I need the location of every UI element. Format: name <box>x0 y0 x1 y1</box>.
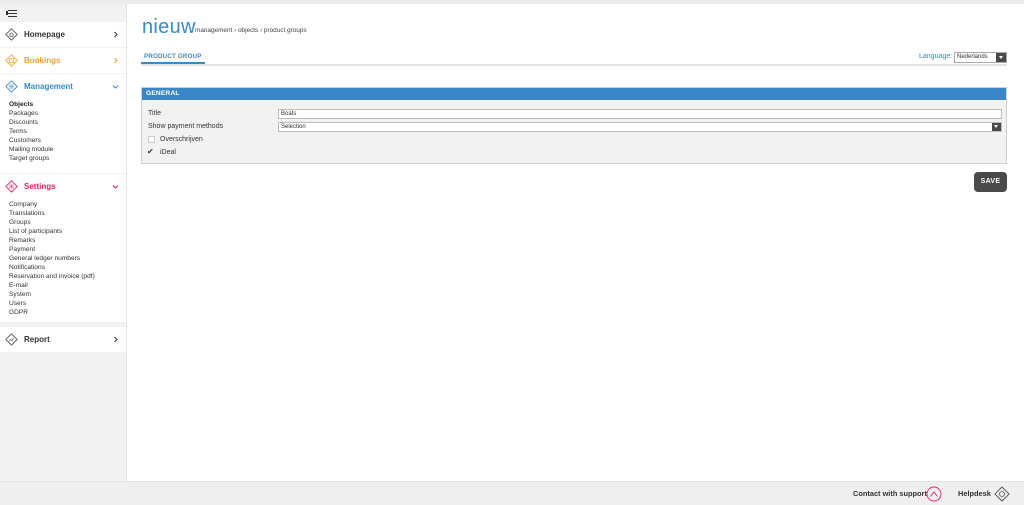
bookings-icon <box>5 54 18 67</box>
dropdown-caret-icon <box>992 123 1001 131</box>
overschrijven-label: Overschrijven <box>160 136 203 143</box>
sidebar-subitem-payment[interactable]: Payment <box>9 245 126 254</box>
helpdesk-link[interactable]: Helpdesk <box>958 487 991 501</box>
report-icon <box>5 333 18 346</box>
sidebar-item-settings[interactable]: Settings <box>0 174 126 199</box>
sidebar-subitem-notifications[interactable]: Notifications <box>9 263 126 272</box>
sidebar-subitem-target-groups[interactable]: Target groups <box>9 154 126 163</box>
menu-toggle-icon[interactable] <box>6 8 18 18</box>
management-submenu: Objects Packages Discounts Terms Custome… <box>0 99 126 168</box>
helpdesk-icon[interactable] <box>994 486 1010 502</box>
title-input-value: Boats <box>281 111 297 117</box>
sidebar-block-homepage: Homepage <box>0 22 126 47</box>
settings-icon <box>5 180 18 193</box>
sidebar-block-bookings: Bookings <box>0 48 126 73</box>
sidebar-subitem-general-ledger-numbers[interactable]: General ledger numbers <box>9 254 126 263</box>
sidebar-item-label: Bookings <box>24 56 61 65</box>
sidebar-subitem-groups[interactable]: Groups <box>9 218 126 227</box>
payment-methods-label: Show payment methods <box>148 123 224 130</box>
support-icon[interactable] <box>926 486 942 502</box>
ideal-label: iDeal <box>160 149 176 156</box>
dropdown-caret-icon <box>996 53 1006 62</box>
sidebar-item-label: Settings <box>24 182 56 191</box>
sidebar: Homepage Bookings Management Objects Pac… <box>0 4 127 481</box>
sidebar-subitem-company[interactable]: Company <box>9 200 126 209</box>
sidebar-subitem-system[interactable]: System <box>9 290 126 299</box>
sidebar-subitem-list-of-participants[interactable]: List of participants <box>9 227 126 236</box>
chevron-down-icon <box>112 85 119 89</box>
home-icon <box>5 28 18 41</box>
language-value: Nederlands <box>957 54 988 60</box>
chevron-down-icon <box>112 185 119 189</box>
sidebar-subitem-reservation-invoice[interactable]: Reservation and invoice (pdf) <box>9 272 126 281</box>
sidebar-item-report[interactable]: Report <box>0 327 126 352</box>
sidebar-subitem-mailing-module[interactable]: Mailing module <box>9 145 126 154</box>
sidebar-block-report: Report <box>0 327 126 352</box>
overschrijven-checkbox[interactable] <box>148 136 155 143</box>
sidebar-item-management[interactable]: Management <box>0 74 126 99</box>
sidebar-block-settings: Settings Company Translations Groups Lis… <box>0 174 126 322</box>
payment-methods-select[interactable]: Selection <box>278 122 1002 132</box>
sidebar-subitem-email[interactable]: E-mail <box>9 281 126 290</box>
general-panel: GENERAL Title Boats Show payment methods… <box>141 87 1007 164</box>
title-input[interactable]: Boats <box>278 109 1002 119</box>
sidebar-subitem-objects[interactable]: Objects <box>9 100 126 109</box>
contact-support-link[interactable]: Contact with support <box>853 487 927 501</box>
main-content: nieuw management › objects › product gro… <box>128 4 1024 481</box>
panel-header: GENERAL <box>142 88 1006 100</box>
tab-divider <box>141 64 1007 66</box>
management-icon <box>5 80 18 93</box>
sidebar-subitem-discounts[interactable]: Discounts <box>9 118 126 127</box>
sidebar-subitem-remarks[interactable]: Remarks <box>9 236 126 245</box>
payment-methods-value: Selection <box>281 124 306 130</box>
tab-product-group[interactable]: PRODUCT GROUP <box>141 52 205 64</box>
sidebar-item-label: Management <box>24 82 73 91</box>
chevron-right-icon <box>114 31 118 38</box>
breadcrumb[interactable]: management › objects › product groups <box>195 27 307 34</box>
save-button[interactable]: SAVE <box>974 172 1007 192</box>
sidebar-subitem-customers[interactable]: Customers <box>9 136 126 145</box>
checkmark-icon[interactable]: ✔ <box>147 148 154 156</box>
sidebar-item-bookings[interactable]: Bookings <box>0 48 126 73</box>
title-label: Title <box>148 110 161 117</box>
chevron-right-icon <box>114 57 118 64</box>
language-select[interactable]: Nederlands <box>954 52 1007 63</box>
footer: Contact with support Helpdesk <box>0 481 1024 505</box>
sidebar-item-label: Report <box>24 335 50 344</box>
language-label: Language: <box>919 53 953 60</box>
sidebar-block-management: Management Objects Packages Discounts Te… <box>0 74 126 173</box>
sidebar-subitem-translations[interactable]: Translations <box>9 209 126 218</box>
sidebar-subitem-packages[interactable]: Packages <box>9 109 126 118</box>
sidebar-item-homepage[interactable]: Homepage <box>0 22 126 47</box>
page-title: nieuw <box>142 16 196 38</box>
sidebar-subitem-gdpr[interactable]: GDPR <box>9 308 126 317</box>
sidebar-item-label: Homepage <box>24 30 65 39</box>
sidebar-subitem-terms[interactable]: Terms <box>9 127 126 136</box>
sidebar-subitem-users[interactable]: Users <box>9 299 126 308</box>
chevron-right-icon <box>114 336 118 343</box>
settings-submenu: Company Translations Groups List of part… <box>0 199 126 322</box>
